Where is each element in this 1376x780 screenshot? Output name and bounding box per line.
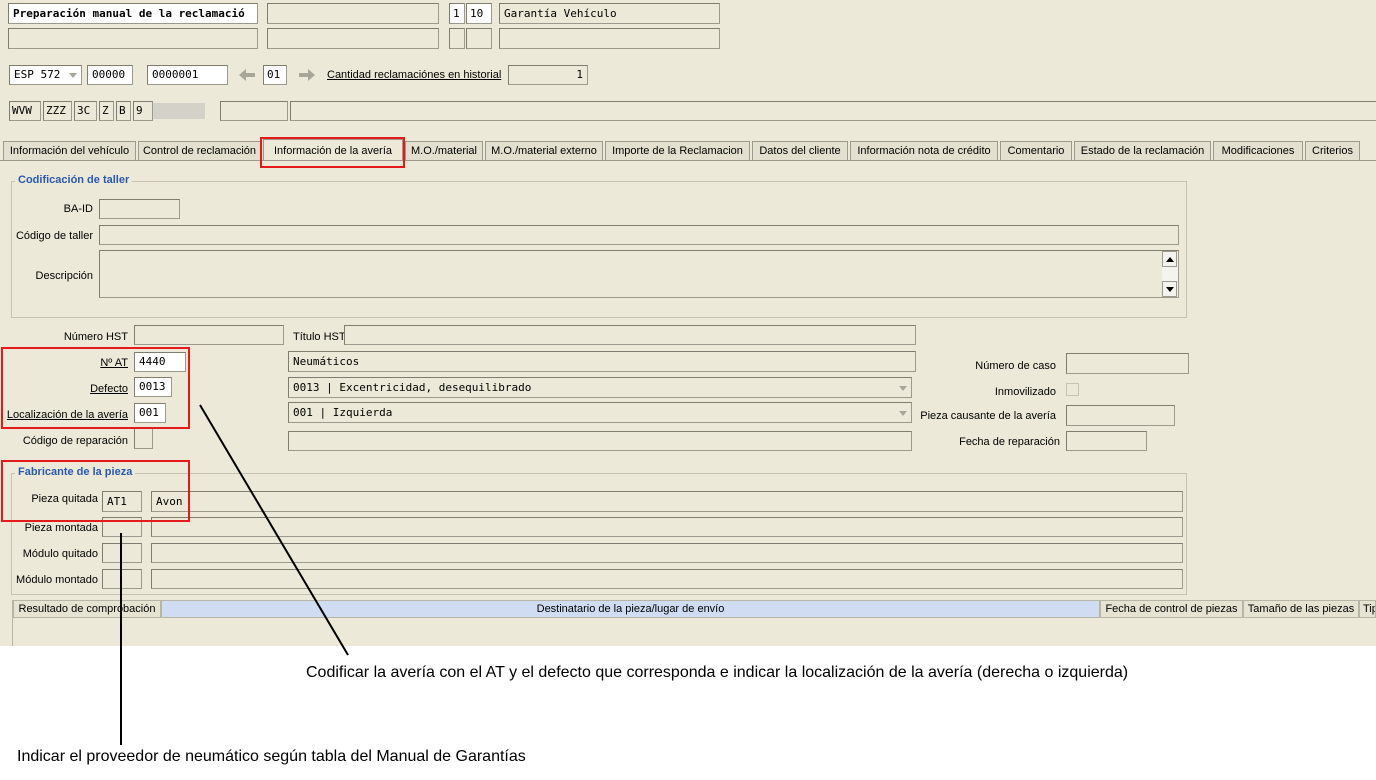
annotation-bottom: Indicar el proveedor de neumático según … (17, 748, 526, 765)
annotation-top: Codificar la avería con el AT y el defec… (306, 664, 1129, 681)
annotation-lines (120, 404, 349, 745)
annotation-line-top (199, 404, 349, 656)
